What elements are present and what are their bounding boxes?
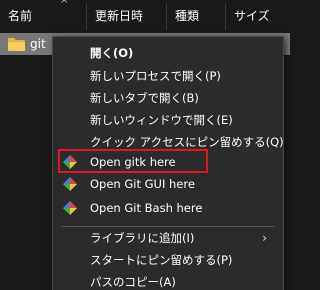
git-logo-icon <box>63 201 77 215</box>
menu-item-label: スタートにピン留めする(P) <box>90 253 233 267</box>
column-type[interactable]: 種類 <box>175 0 199 32</box>
menu-item-open-git-bash[interactable]: Open Git Bash here <box>53 197 283 219</box>
column-divider[interactable] <box>166 4 167 30</box>
column-divider[interactable] <box>225 4 226 30</box>
menu-item-add-to-library[interactable]: ライブラリに追加(I) › <box>53 227 283 249</box>
menu-item-label: Open Git GUI here <box>90 177 195 191</box>
menu-item-pin-to-start[interactable]: スタートにピン留めする(P) <box>53 249 283 271</box>
git-logo-icon <box>63 177 77 191</box>
menu-item-open[interactable]: 開く(O) <box>53 42 283 64</box>
menu-item-label: 新しいプロセスで開く(P) <box>90 69 221 83</box>
chevron-right-icon: › <box>262 231 267 245</box>
menu-item-label: 開く(O) <box>90 46 134 60</box>
menu-item-label: ライブラリに追加(I) <box>90 231 195 245</box>
menu-item-label: パスのコピー(A) <box>90 275 176 289</box>
column-divider[interactable] <box>86 4 87 30</box>
column-header: ^ 名前 更新日時 種類 サイズ <box>0 0 290 32</box>
column-size[interactable]: サイズ <box>234 0 270 32</box>
menu-item-label: 新しいタブで開く(B) <box>90 91 199 105</box>
file-name: git <box>30 37 46 51</box>
column-date-modified[interactable]: 更新日時 <box>95 0 143 32</box>
column-name[interactable]: 名前 <box>8 0 32 32</box>
menu-item-open-git-gui[interactable]: Open Git GUI here <box>53 173 283 195</box>
menu-item-label: Open Git Bash here <box>90 201 203 215</box>
context-menu: 開く(O) 新しいプロセスで開く(P) 新しいタブで開く(B) 新しいウィンドウ… <box>52 36 284 290</box>
menu-item-copy-path[interactable]: パスのコピー(A) <box>53 271 283 290</box>
menu-item-open-new-process[interactable]: 新しいプロセスで開く(P) <box>53 65 283 87</box>
menu-item-label: 新しいウィンドウで開く(E) <box>90 113 233 127</box>
annotation-highlight-box <box>58 149 208 173</box>
menu-item-open-new-tab[interactable]: 新しいタブで開く(B) <box>53 87 283 109</box>
sort-up-icon[interactable]: ^ <box>60 0 68 10</box>
folder-icon <box>8 38 25 51</box>
menu-item-open-new-window[interactable]: 新しいウィンドウで開く(E) <box>53 109 283 131</box>
